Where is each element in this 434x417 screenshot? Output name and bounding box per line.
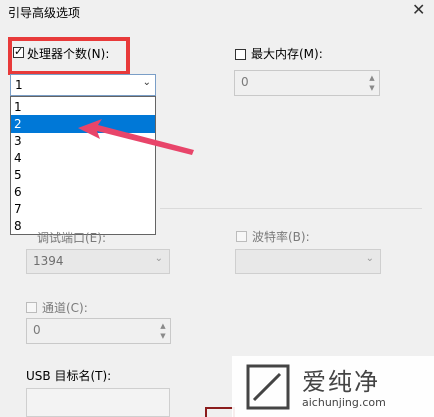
spin-down-icon: ▼	[160, 332, 166, 340]
channel-checkbox	[26, 302, 37, 313]
close-icon[interactable]: ✕	[412, 0, 425, 19]
chevron-down-icon[interactable]: ⌄	[143, 77, 151, 88]
max-memory-spinner: 0 ▲ ▼	[234, 70, 380, 96]
baud-rate-label: 波特率(B):	[252, 230, 310, 244]
baud-rate-select: ⌄	[235, 249, 381, 274]
dropdown-option[interactable]: 1	[11, 98, 155, 116]
group-separator	[160, 208, 422, 209]
processor-count-checkbox[interactable]	[13, 45, 24, 58]
channel-value: 0	[33, 323, 41, 337]
dropdown-option[interactable]: 5	[11, 166, 155, 184]
button-edge	[205, 407, 235, 417]
max-memory-checkbox[interactable]	[235, 49, 246, 60]
watermark-logo	[246, 364, 290, 410]
spin-down-icon: ▼	[369, 84, 375, 92]
usb-target-input	[26, 388, 170, 417]
dropdown-option[interactable]: 7	[11, 200, 155, 218]
watermark-url: aichunjing.com	[302, 396, 386, 409]
usb-target-label: USB 目标名(T):	[26, 369, 112, 383]
watermark-brand: 爱纯净	[302, 368, 380, 396]
channel-spinner: 0 ▲ ▼	[26, 318, 171, 344]
processor-count-select[interactable]: 1 ⌄	[10, 74, 156, 96]
dialog-title: 引导高级选项	[8, 6, 81, 20]
watermark: 爱纯净 aichunjing.com	[232, 356, 434, 417]
processor-count-label: 处理器个数(N):	[27, 47, 110, 61]
debug-port-value: 1394	[33, 254, 64, 268]
debug-port-select: 1394 ⌄	[26, 249, 170, 274]
processor-count-value: 1	[15, 78, 23, 92]
channel-label: 通道(C):	[42, 301, 88, 315]
annotation-arrow-icon	[78, 119, 194, 155]
debug-port-label: 调试端口(E):	[37, 231, 106, 245]
dropdown-option[interactable]: 6	[11, 183, 155, 201]
max-memory-value: 0	[241, 75, 249, 89]
chevron-down-icon: ⌄	[365, 253, 374, 264]
chevron-down-icon: ⌄	[154, 253, 163, 264]
baud-rate-checkbox	[236, 231, 247, 242]
max-memory-label: 最大内存(M):	[251, 47, 323, 61]
